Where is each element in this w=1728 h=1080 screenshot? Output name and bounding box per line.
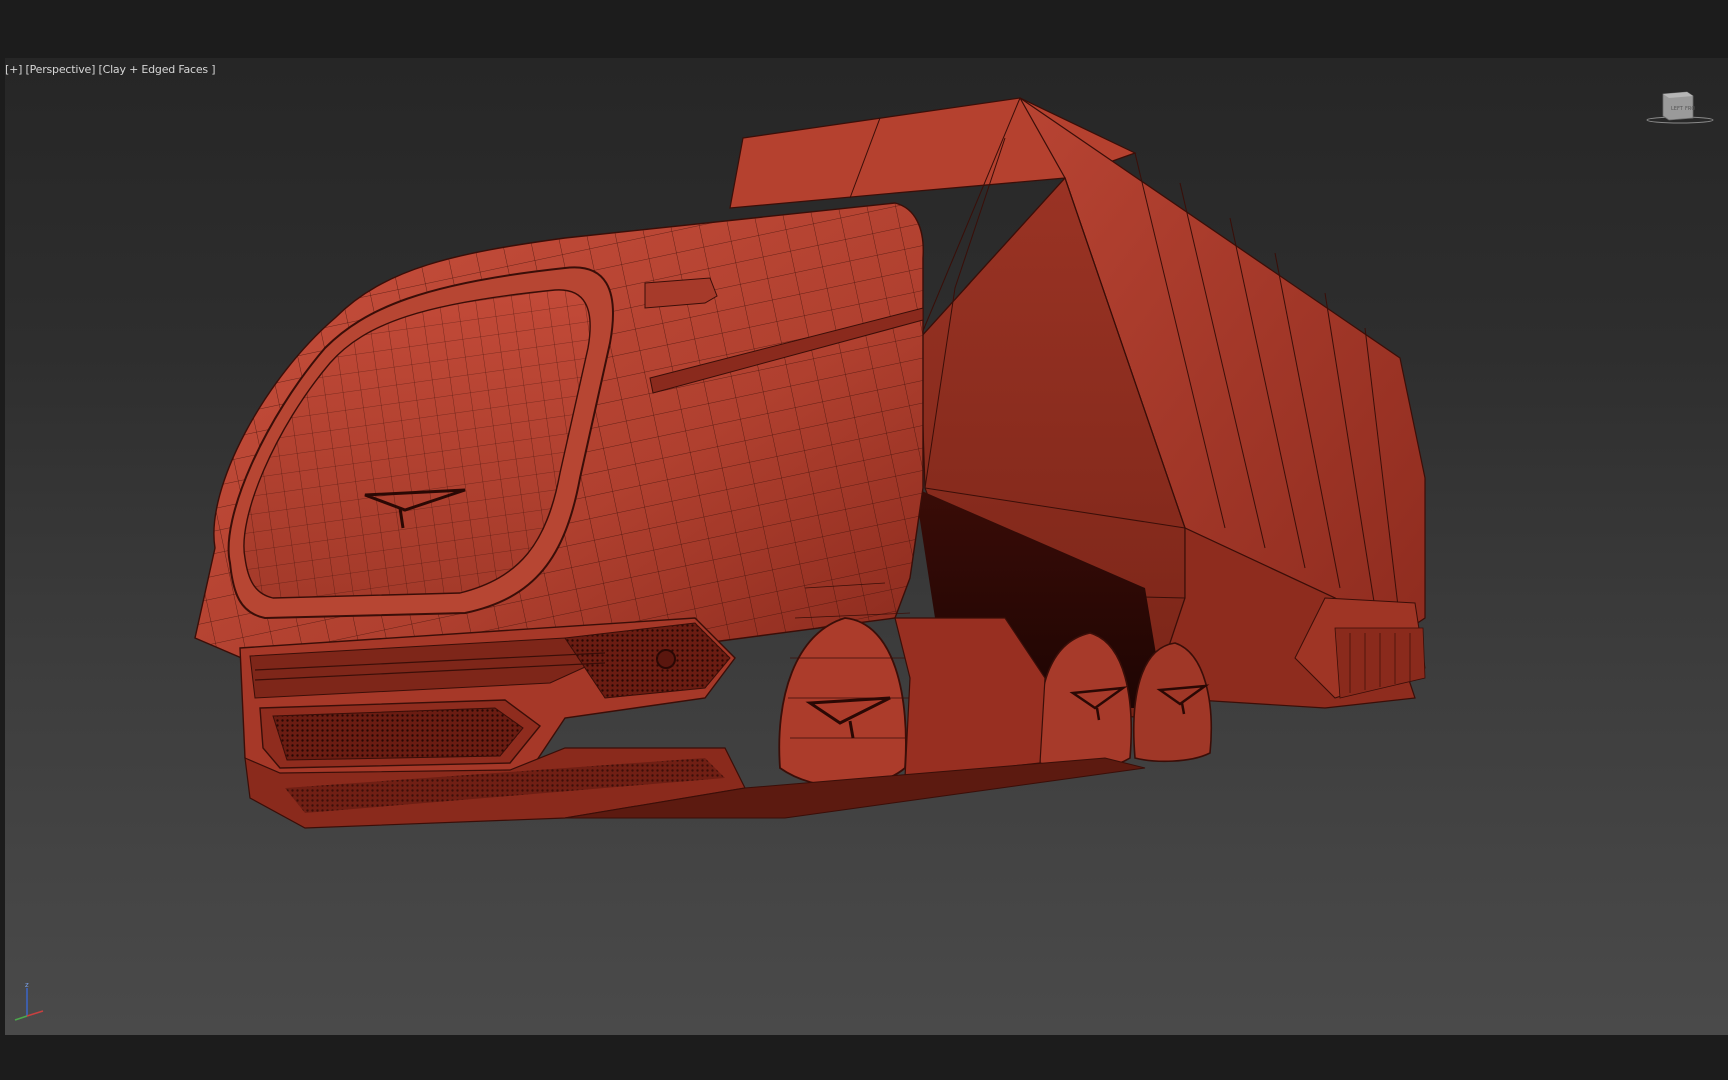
viewcube-navigator[interactable]: LEFT FRO: [1645, 88, 1715, 128]
axis-z-label: z: [25, 981, 29, 989]
bottom-status-area: [0, 1035, 1728, 1080]
front-emblem-icon: [656, 649, 676, 669]
top-toolbar-area: [0, 0, 1728, 58]
viewcube-face-left[interactable]: LEFT: [1671, 106, 1684, 112]
axis-tripod-icon: z: [14, 981, 44, 1021]
perspective-viewport[interactable]: [+] [Perspective] [Clay + Edged Faces ]: [5, 58, 1728, 1035]
viewcube-face-front[interactable]: FRO: [1685, 106, 1695, 112]
truck-3d-model[interactable]: [5, 58, 1728, 1035]
front-bumper: [239, 617, 746, 829]
